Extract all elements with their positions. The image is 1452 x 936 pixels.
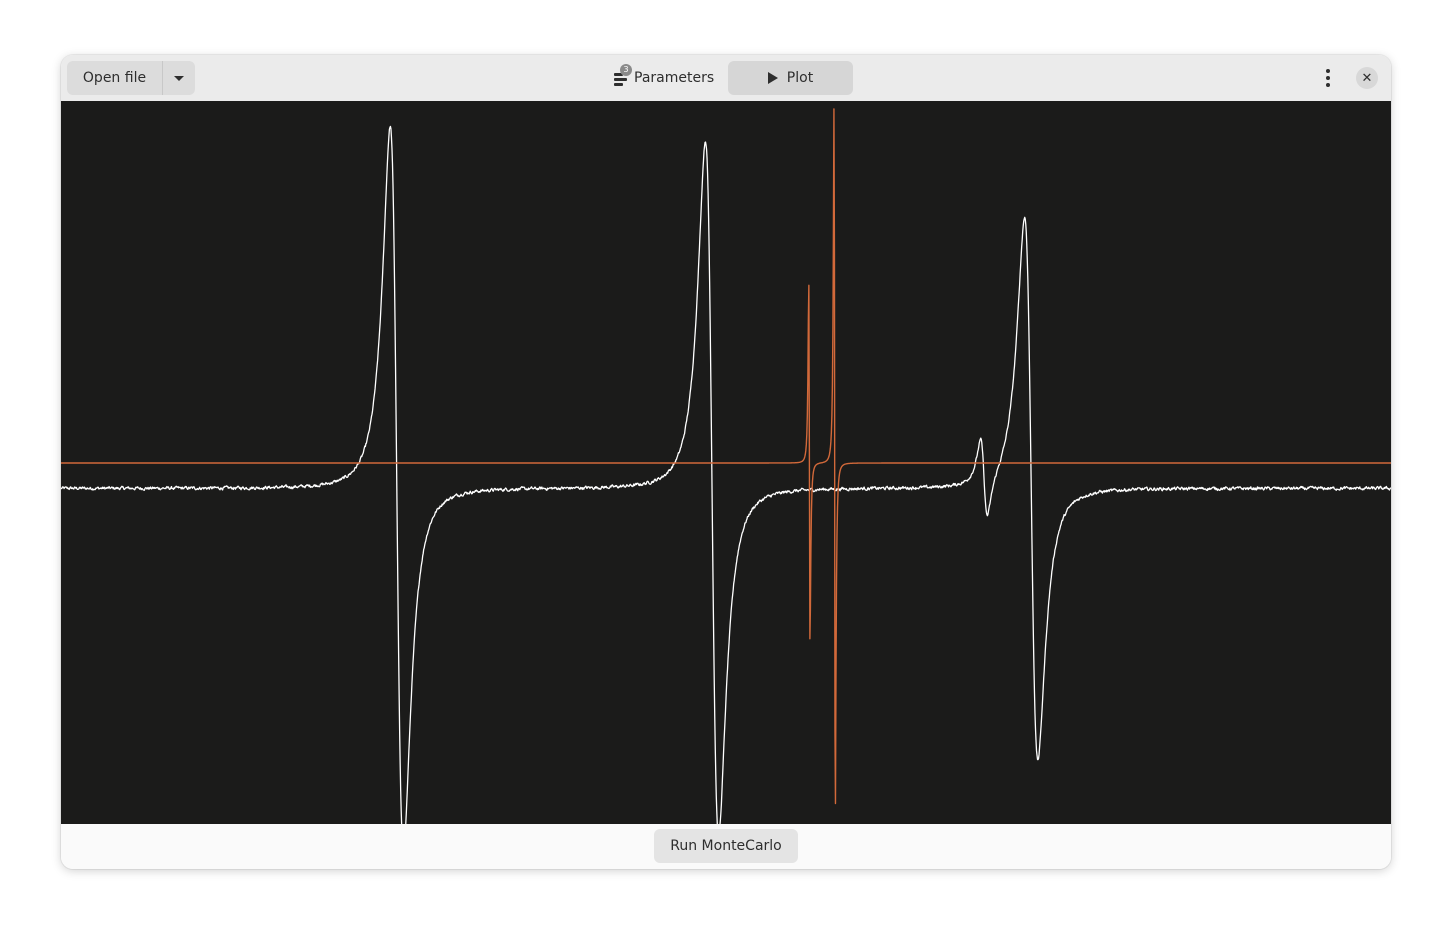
parameters-count-badge: 3: [620, 64, 632, 76]
parameters-label: Parameters: [634, 70, 715, 86]
run-montecarlo-button[interactable]: Run MonteCarlo: [654, 829, 798, 863]
footer-bar: Run MonteCarlo: [61, 824, 1391, 869]
experimental-spectrum-line: [61, 125, 1391, 824]
view-more-icon: [1326, 69, 1330, 73]
sliders-icon: 3: [613, 64, 632, 86]
view-more-icon-dot: [1326, 76, 1330, 80]
view-more-icon-dot: [1326, 83, 1330, 87]
play-icon: [767, 72, 778, 84]
app-window: Open file 3 Parameters Plot ✕ Run MonteC…: [61, 55, 1391, 869]
open-file-split-button: Open file: [67, 61, 195, 95]
spectrum-plot-canvas: [61, 108, 1391, 824]
parameters-button[interactable]: 3 Parameters: [607, 61, 723, 95]
open-file-menu-button[interactable]: [162, 61, 195, 95]
close-icon: ✕: [1361, 70, 1373, 86]
close-button[interactable]: ✕: [1356, 67, 1378, 89]
spectrum-plot[interactable]: [61, 101, 1391, 824]
pan-down-icon: [174, 75, 184, 81]
header-bar: Open file 3 Parameters Plot ✕: [61, 55, 1391, 101]
main-menu-button[interactable]: [1314, 61, 1342, 95]
open-file-button[interactable]: Open file: [67, 61, 162, 95]
plot-label: Plot: [786, 70, 814, 86]
plot-button[interactable]: Plot: [728, 61, 853, 95]
